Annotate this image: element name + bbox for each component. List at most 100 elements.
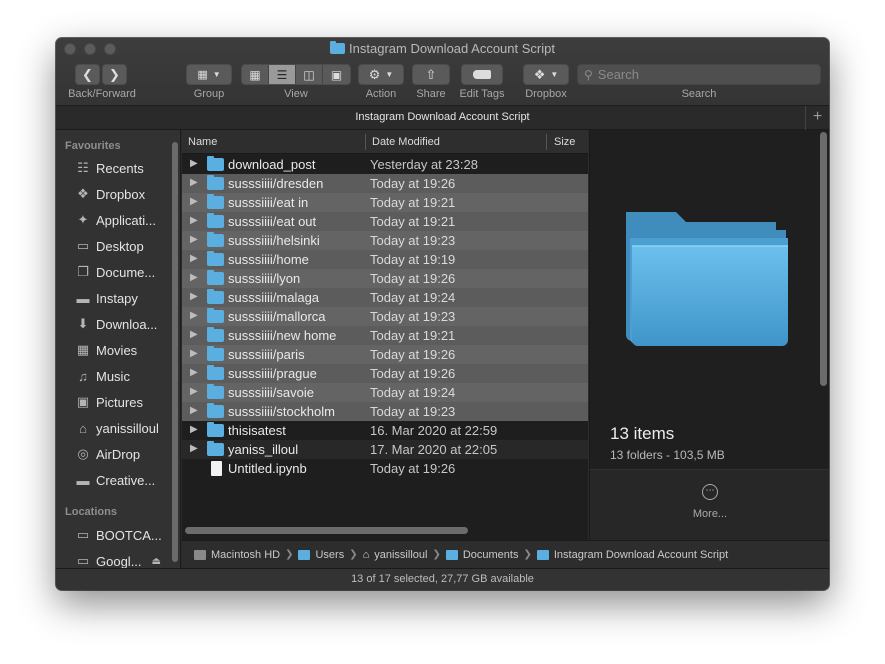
disclosure-triangle-icon[interactable]: ▶ xyxy=(190,272,198,283)
disclosure-triangle-icon[interactable]: ▶ xyxy=(190,329,198,340)
list-view-icon: ☰ xyxy=(276,67,288,82)
more-button[interactable]: ⋯ xyxy=(702,484,718,500)
sidebar-item[interactable]: ▭ Googl... ⏏ xyxy=(74,551,161,568)
edit-tags-button[interactable] xyxy=(461,64,503,85)
airdrop-icon: ◎ xyxy=(77,446,89,461)
tab-bar: Instagram Download Account Script + xyxy=(56,106,829,130)
column-name-header[interactable]: Name xyxy=(188,136,217,148)
folder-icon xyxy=(207,422,224,437)
file-row[interactable]: ▶ susssiiii/mallorca Today at 19:23 xyxy=(182,307,588,326)
folder-icon xyxy=(207,346,224,361)
horizontal-scrollbar[interactable] xyxy=(185,527,468,534)
disclosure-triangle-icon[interactable]: ▶ xyxy=(190,215,198,226)
search-field[interactable]: ⚲ Search xyxy=(577,64,821,85)
disclosure-triangle-icon[interactable]: ▶ xyxy=(190,443,198,454)
music-icon: ♫ xyxy=(78,368,88,384)
search-icon: ⚲ xyxy=(584,67,593,82)
column-date-header[interactable]: Date Modified xyxy=(372,136,440,148)
sidebar-scrollbar[interactable] xyxy=(172,142,178,562)
folder-icon xyxy=(330,41,346,54)
list-view-button[interactable]: ☰ xyxy=(269,65,296,84)
file-row[interactable]: ▶ susssiiii/helsinki Today at 19:23 xyxy=(182,231,588,250)
sidebar-item[interactable]: ▬ Creative... xyxy=(74,470,156,490)
file-row[interactable]: ▶ susssiiii/paris Today at 19:26 xyxy=(182,345,588,364)
path-segment[interactable]: Documents xyxy=(445,549,518,561)
column-divider[interactable] xyxy=(365,134,366,150)
forward-button[interactable]: ❯ xyxy=(102,64,127,85)
file-row[interactable]: ▶ thisisatest 16. Mar 2020 at 22:59 xyxy=(182,421,588,440)
sidebar-item[interactable]: ❐ Docume... xyxy=(74,262,155,282)
disclosure-triangle-icon[interactable]: ▶ xyxy=(190,367,198,378)
path-segment-label: Instagram Download Account Script xyxy=(553,548,729,561)
disclosure-triangle-icon[interactable]: ▶ xyxy=(190,405,198,416)
disclosure-triangle-icon[interactable]: ▶ xyxy=(190,291,198,302)
file-date-modified: 17. Mar 2020 at 22:05 xyxy=(370,442,498,457)
sidebar: Favourites Locations ☷ Recents ❖ Dropbox ✦ Ap… xyxy=(56,130,181,568)
disclosure-triangle-icon[interactable]: ▶ xyxy=(190,253,198,264)
disclosure-triangle-icon[interactable]: ▶ xyxy=(190,177,198,188)
path-segment[interactable]: ⌂ yanissilloul xyxy=(363,549,428,561)
file-row[interactable]: ▶ susssiiii/savoie Today at 19:24 xyxy=(182,383,588,402)
sidebar-item-label: yanissilloul xyxy=(96,420,159,436)
file-row[interactable]: ▶ susssiiii/eat in Today at 19:21 xyxy=(182,193,588,212)
action-button[interactable]: ⚙ ▼ xyxy=(358,64,404,85)
disclosure-triangle-icon[interactable]: ▶ xyxy=(190,348,198,359)
disclosure-triangle-icon[interactable]: ▶ xyxy=(190,234,198,245)
file-row[interactable]: ▶ susssiiii/eat out Today at 19:21 xyxy=(182,212,588,231)
folder-icon: ▬ xyxy=(76,290,90,306)
column-size-header[interactable]: Size xyxy=(554,136,575,148)
group-button[interactable]: ▦ ▼ xyxy=(186,64,232,85)
new-tab-button[interactable]: + xyxy=(805,106,829,130)
file-row[interactable]: ▶ susssiiii/malaga Today at 19:24 xyxy=(182,288,588,307)
sidebar-item[interactable]: ☷ Recents xyxy=(74,158,144,178)
file-row[interactable]: ▶ download_post Yesterday at 23:28 xyxy=(182,155,588,174)
file-date-modified: Today at 19:21 xyxy=(370,214,456,229)
eject-icon[interactable]: ⏏ xyxy=(152,556,161,567)
preview-scrollbar[interactable] xyxy=(820,132,827,386)
share-button[interactable]: ⇧ xyxy=(412,64,450,85)
sidebar-item[interactable]: ▭ BOOTCA... xyxy=(74,525,162,545)
file-row[interactable]: ▶ yaniss_illoul 17. Mar 2020 at 22:05 xyxy=(182,440,588,459)
search-placeholder: Search xyxy=(597,67,639,82)
column-divider[interactable] xyxy=(546,134,547,150)
file-row[interactable]: ▶ susssiiii/prague Today at 19:26 xyxy=(182,364,588,383)
disclosure-triangle-icon[interactable]: ▶ xyxy=(190,424,198,435)
file-row[interactable]: ▶ susssiiii/home Today at 19:19 xyxy=(182,250,588,269)
file-row[interactable]: ▶ susssiiii/new home Today at 19:21 xyxy=(182,326,588,345)
sidebar-item[interactable]: ▦ Movies xyxy=(74,340,137,360)
sidebar-item-label: Instapy xyxy=(96,290,138,306)
disclosure-triangle-icon[interactable]: ▶ xyxy=(190,196,198,207)
sidebar-item[interactable]: ❖ Dropbox xyxy=(74,184,145,204)
column-header: Name Date Modified Size xyxy=(182,130,588,154)
file-row[interactable]: ▶ susssiiii/stockholm Today at 19:23 xyxy=(182,402,588,421)
file-row[interactable]: ▶ susssiiii/dresden Today at 19:26 xyxy=(182,174,588,193)
path-segment[interactable]: Macintosh HD xyxy=(194,549,280,561)
sidebar-item[interactable]: ⌂ yanissilloul xyxy=(74,418,159,438)
file-row[interactable]: ▶ susssiiii/lyon Today at 19:26 xyxy=(182,269,588,288)
disclosure-triangle-icon[interactable]: ▶ xyxy=(190,386,198,397)
file-row[interactable]: Untitled.ipynb Today at 19:26 xyxy=(182,459,588,478)
sidebar-item[interactable]: ♫ Music xyxy=(74,366,130,386)
more-label[interactable]: More... xyxy=(590,508,829,520)
path-segment[interactable]: Instagram Download Account Script xyxy=(536,548,729,561)
path-segment[interactable]: Users xyxy=(298,549,344,561)
grid-group-icon: ▦ xyxy=(197,69,208,81)
dropbox-button[interactable]: ❖ ▼ xyxy=(523,64,569,85)
column-view-button[interactable]: ◫ xyxy=(296,65,323,84)
drive-icon: ▭ xyxy=(76,553,90,568)
sidebar-item[interactable]: ✦ Applicati... xyxy=(74,210,156,230)
icon-view-button[interactable]: ▦ xyxy=(242,65,269,84)
tab-title[interactable]: Instagram Download Account Script xyxy=(56,111,829,123)
gallery-view-button[interactable]: ▣ xyxy=(323,65,350,84)
preview-pane: 13 items 13 folders - 103,5 MB ⋯ More... xyxy=(589,130,829,540)
back-button[interactable]: ❮ xyxy=(75,64,100,85)
sidebar-item[interactable]: ▣ Pictures xyxy=(74,392,143,412)
sidebar-item[interactable]: ▬ Instapy xyxy=(74,288,138,308)
disclosure-triangle-icon[interactable]: ▶ xyxy=(190,158,198,169)
file-name: susssiiii/new home xyxy=(228,328,337,343)
ellipsis-icon: ⋯ xyxy=(705,485,715,495)
disclosure-triangle-icon[interactable]: ▶ xyxy=(190,310,198,321)
sidebar-item[interactable]: ⬇ Downloa... xyxy=(74,314,158,334)
sidebar-item[interactable]: ◎ AirDrop xyxy=(74,444,140,464)
sidebar-item[interactable]: ▭ Desktop xyxy=(74,236,144,256)
